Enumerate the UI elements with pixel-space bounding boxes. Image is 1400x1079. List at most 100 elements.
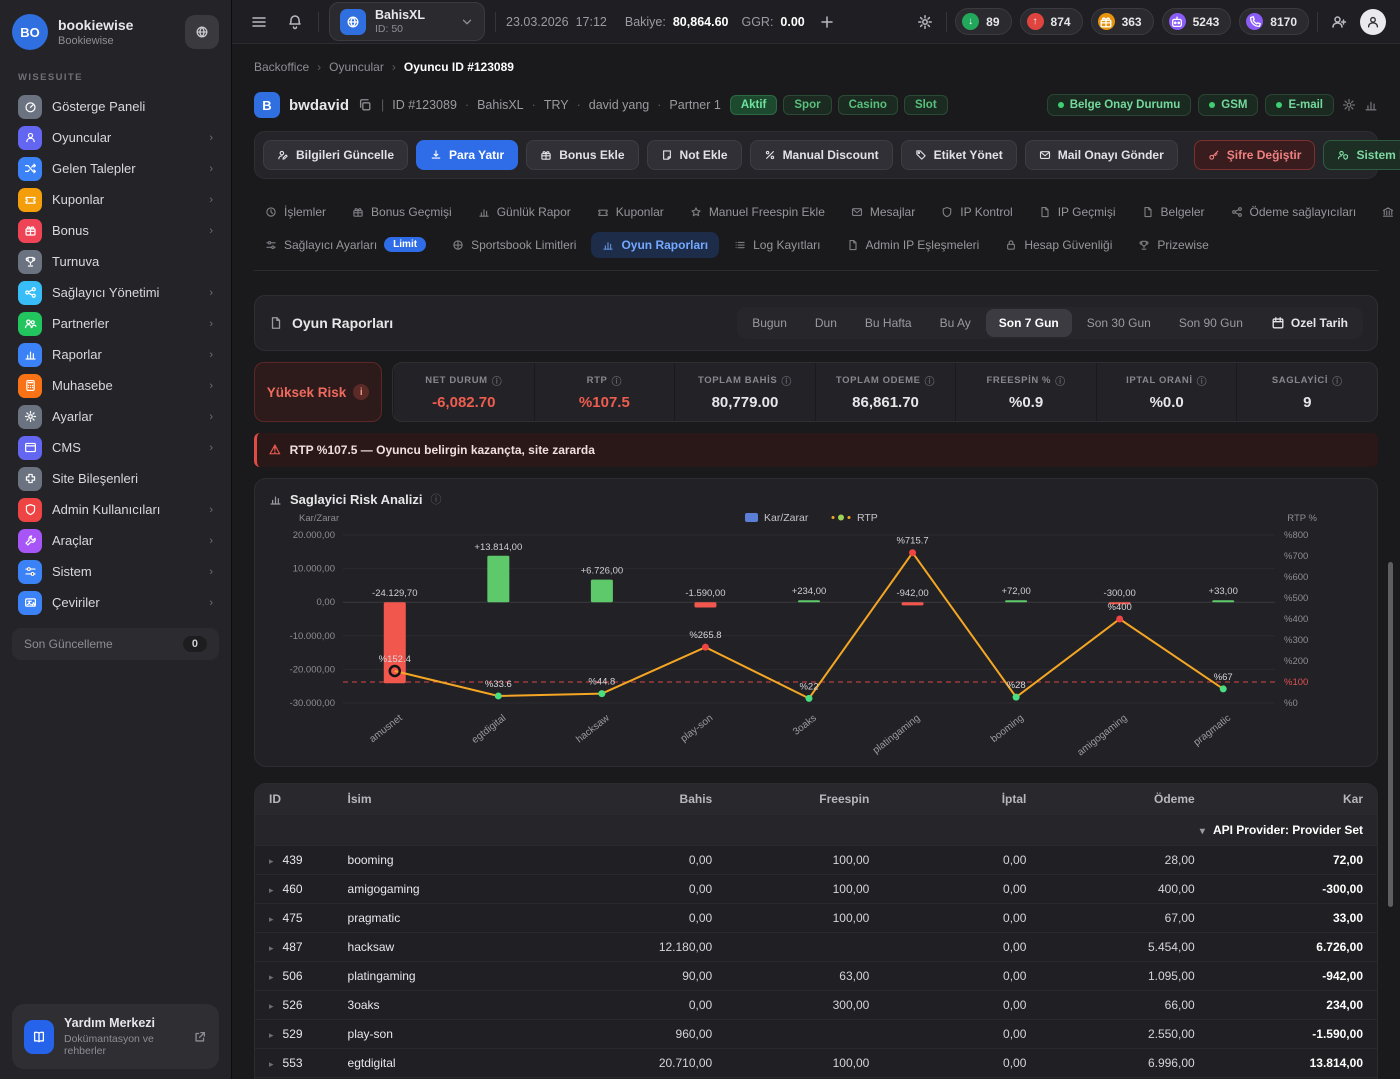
gear-icon[interactable] [912, 9, 938, 35]
sidebar-item[interactable]: Turnuva [12, 246, 219, 277]
notification-pill[interactable]: ↑ 874 [1020, 8, 1083, 35]
last-update-row[interactable]: Son Güncelleme 0 [12, 628, 219, 660]
verification-pill[interactable]: GSM [1198, 94, 1258, 116]
sidebar-item[interactable]: Raporlar › [12, 339, 219, 370]
sidebar-item[interactable]: Çeviriler › [12, 587, 219, 618]
col-id[interactable]: ID [255, 784, 334, 815]
tab[interactable]: Mesajlar [840, 199, 926, 225]
col-bahis[interactable]: Bahis [569, 784, 726, 815]
table-row[interactable]: ▸460 amigogaming0,00100,000,00400,00-300… [255, 875, 1377, 904]
toolbar-button[interactable]: Bilgileri Güncelle [263, 140, 408, 170]
copy-icon[interactable] [358, 98, 372, 112]
tab[interactable]: Ödeme sağlayıcıları [1220, 199, 1368, 225]
col-iptal[interactable]: İptal [883, 784, 1040, 815]
breadcrumb-players[interactable]: Oyuncular [329, 60, 384, 74]
tab[interactable]: Günlük Rapor [467, 199, 582, 225]
date-range-button[interactable]: Son 7 Gun [986, 309, 1072, 337]
sidebar-item[interactable]: Bonus › [12, 215, 219, 246]
main-scrollbar[interactable] [1388, 562, 1393, 907]
tab[interactable]: Admin IP Eşleşmeleri [836, 232, 991, 258]
tab[interactable]: IP Geçmişi [1028, 199, 1127, 225]
table-row[interactable]: ▸487 hacksaw12.180,000,005.454,006.726,0… [255, 933, 1377, 962]
table-row[interactable]: ▸553 egtdigital20.710,00100,000,006.996,… [255, 1049, 1377, 1078]
toolbar-button[interactable]: Sistem Kullanıcısı [1323, 140, 1400, 170]
sidebar-item[interactable]: Araçlar › [12, 525, 219, 556]
sidebar-item[interactable]: Admin Kullanıcıları › [12, 494, 219, 525]
risk-card[interactable]: Yüksek Risk i [254, 362, 382, 422]
toolbar-button[interactable]: Mail Onayı Gönder [1025, 140, 1178, 170]
date-range-button[interactable]: Son 30 Gun [1074, 309, 1164, 337]
date-range-button[interactable]: Bu Ay [927, 309, 984, 337]
col-freespin[interactable]: Freespin [726, 784, 883, 815]
date-range-button[interactable]: Ozel Tarih [1258, 309, 1361, 337]
tab[interactable]: Hesap Güvenliği [994, 232, 1123, 258]
date-range-button[interactable]: Dun [802, 309, 850, 337]
tab[interactable]: Sportsbook Limitleri [441, 232, 587, 258]
notification-pill[interactable]: 363 [1091, 8, 1154, 35]
tab[interactable]: Belgeler [1131, 199, 1216, 225]
provider-group-row[interactable]: ▾API Provider: Provider Set [255, 815, 1377, 846]
breadcrumb-backoffice[interactable]: Backoffice [254, 60, 309, 74]
tab[interactable]: İşlemler [254, 199, 337, 225]
toolbar-button[interactable]: Not Ekle [647, 140, 742, 170]
plus-icon[interactable] [814, 9, 840, 35]
date-range-button[interactable]: Bu Hafta [852, 309, 925, 337]
table-row[interactable]: ▸529 play-son960,000,002.550,00-1.590,00 [255, 1020, 1377, 1049]
menu-icon[interactable] [246, 9, 272, 35]
col-name[interactable]: İsim [334, 784, 570, 815]
toolbar-button[interactable]: Etiket Yönet [901, 140, 1017, 170]
toolbar-button[interactable]: Manual Discount [750, 140, 893, 170]
sidebar-item[interactable]: Ayarlar › [12, 401, 219, 432]
notification-pill[interactable]: 8170 [1239, 8, 1309, 35]
tab[interactable]: Log Kayıtları [723, 232, 831, 258]
warning-icon: ⚠ [269, 442, 281, 458]
tab[interactable]: Oyun Raporları [591, 232, 719, 258]
sidebar-item[interactable]: Partnerler › [12, 308, 219, 339]
date-range-button[interactable]: Son 90 Gun [1166, 309, 1256, 337]
col-kar[interactable]: Kar [1209, 784, 1377, 815]
col-odeme[interactable]: Ödeme [1040, 784, 1208, 815]
player-stats-icon[interactable] [1364, 98, 1378, 112]
sidebar-item[interactable]: Sağlayıcı Yönetimi › [12, 277, 219, 308]
table-row[interactable]: ▸439 booming0,00100,000,0028,0072,00 [255, 846, 1377, 875]
sidebar-item[interactable]: Sistem › [12, 556, 219, 587]
date-range-button[interactable]: Bugun [739, 309, 800, 337]
table-row[interactable]: ▸526 3oaks0,00300,000,0066,00234,00 [255, 991, 1377, 1020]
sidebar-item[interactable]: CMS › [12, 432, 219, 463]
site-selector[interactable]: BahisXL ID: 50 [329, 2, 485, 41]
table-row[interactable]: ▸506 platingaming90,0063,000,001.095,00-… [255, 962, 1377, 991]
tab[interactable]: Bonus Geçmişi [341, 199, 463, 225]
sidebar-item[interactable]: Gelen Talepler › [12, 153, 219, 184]
toolbar-button[interactable]: Şifre Değiştir [1194, 140, 1316, 170]
tab[interactable]: Kuponlar [586, 199, 675, 225]
table-row[interactable]: ▸475 pragmatic0,00100,000,0067,0033,00 [255, 904, 1377, 933]
sidebar-item[interactable]: Site Bileşenleri [12, 463, 219, 494]
tab[interactable]: Manuel Freespin Ekle [679, 199, 836, 225]
toolbar-button[interactable]: Para Yatır [416, 140, 518, 170]
add-user-icon[interactable] [1326, 9, 1352, 35]
provider-risk-chart[interactable]: 20.000,0010.000,000,00-10.000,00-20.000,… [269, 507, 1341, 759]
sidebar-item[interactable]: Muhasebe › [12, 370, 219, 401]
help-center-card[interactable]: Yardım Merkezi Dokümantasyon ve rehberle… [12, 1004, 219, 1069]
sidebar-item-label: Admin Kullanıcıları [52, 502, 199, 517]
topbar-date: 23.03.2026 [506, 15, 569, 29]
language-button[interactable] [185, 15, 219, 49]
player-settings-icon[interactable] [1342, 98, 1356, 112]
bell-icon[interactable] [282, 9, 308, 35]
notification-pill[interactable]: 5243 [1162, 8, 1232, 35]
provider-table: ID İsim Bahis Freespin İptal Ödeme Kar ▾… [255, 784, 1377, 1079]
tab[interactable]: IP Kontrol [930, 199, 1023, 225]
caret-right-icon: ▸ [269, 914, 274, 924]
tab[interactable]: Sağlayıcı Ayarları Limit [254, 231, 437, 258]
notification-pill[interactable]: ↓ 89 [955, 8, 1011, 35]
account-avatar[interactable] [1360, 9, 1386, 35]
toolbar-button[interactable]: Bonus Ekle [526, 140, 638, 170]
tab[interactable]: Prizewise [1127, 232, 1219, 258]
verification-pill[interactable]: E-mail [1265, 94, 1334, 116]
robot-icon [1169, 13, 1186, 30]
sidebar-item[interactable]: Oyuncular › [12, 122, 219, 153]
tab[interactable]: Banka Hesapları [1371, 199, 1400, 225]
verification-pill[interactable]: Belge Onay Durumu [1047, 94, 1192, 116]
sidebar-item[interactable]: Gösterge Paneli [12, 91, 219, 122]
sidebar-item[interactable]: Kuponlar › [12, 184, 219, 215]
